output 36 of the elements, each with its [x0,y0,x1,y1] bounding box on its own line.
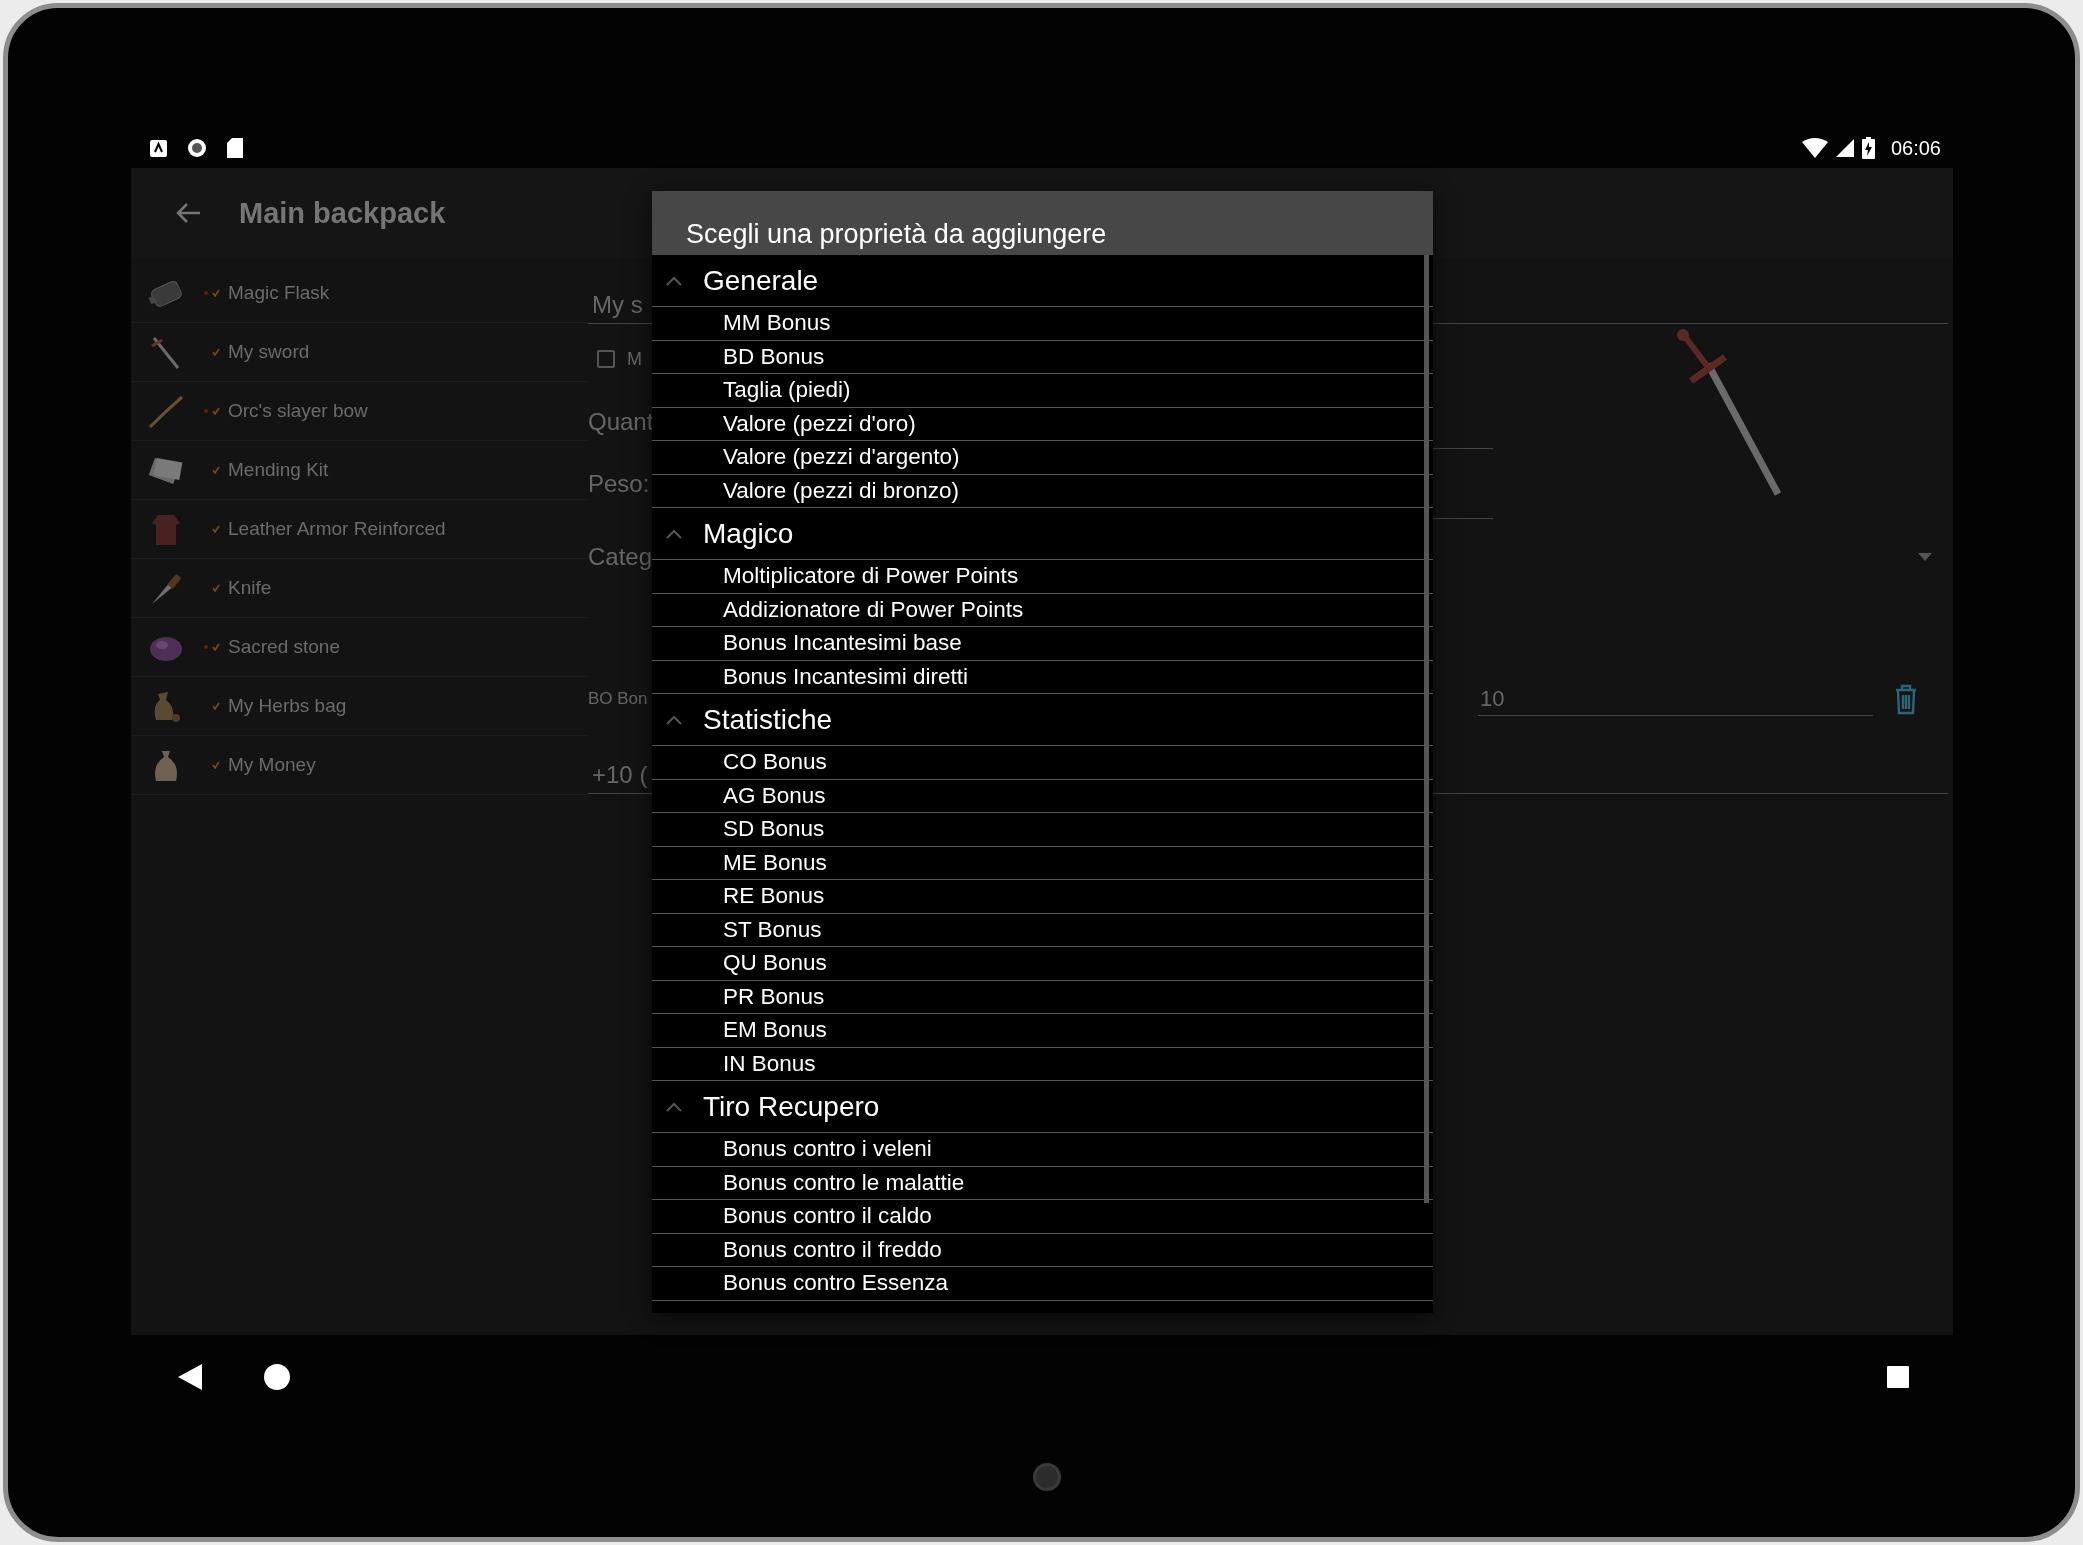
recents-icon[interactable] [1887,1365,1909,1388]
dropdown-caret-icon[interactable] [1918,552,1932,561]
field-label: Categ [588,542,653,571]
sd-card-icon [227,138,243,158]
back-arrow-icon[interactable] [175,202,201,224]
group-header[interactable]: Generale [703,264,819,297]
group-header[interactable]: Statistiche [703,703,833,736]
chevron-up-icon[interactable] [666,528,682,539]
signal-icon [1835,139,1854,157]
group-header[interactable]: Magico [703,517,794,550]
checkbox[interactable] [597,350,615,368]
field-label: Peso: [588,470,650,498]
wifi-icon [1801,138,1828,158]
chevron-up-icon[interactable] [666,714,682,725]
notification-icon [150,139,167,157]
bonus-summary: +10 ( [592,761,648,789]
camera-lens [1033,1463,1061,1491]
battery-icon [1861,137,1875,159]
chevron-up-icon[interactable] [666,275,682,286]
dialog-title: Scegli una proprietà da aggiungere [652,191,1433,255]
property-option[interactable]: Bonus contro il caldo [652,1200,1433,1234]
back-icon[interactable] [178,1363,202,1390]
home-icon[interactable] [264,1363,290,1390]
record-icon [187,138,207,158]
screen-title: Main backpack [239,196,446,230]
scrollbar[interactable] [1424,255,1429,1203]
clock-time: 06:06 [1890,136,1941,160]
group-header[interactable]: Tiro Recupero [703,1090,880,1123]
trash-icon[interactable] [1893,683,1919,715]
field-label: BO Bon [588,689,648,709]
field-label: Quant [588,407,654,436]
property-option[interactable]: Bonus contro il freddo [652,1233,1433,1267]
chevron-up-icon[interactable] [666,1101,682,1112]
item-name[interactable]: Magic Flask [228,282,330,304]
checkbox-label: M [627,348,642,370]
property-option[interactable]: Bonus contro Essenza [652,1267,1433,1301]
